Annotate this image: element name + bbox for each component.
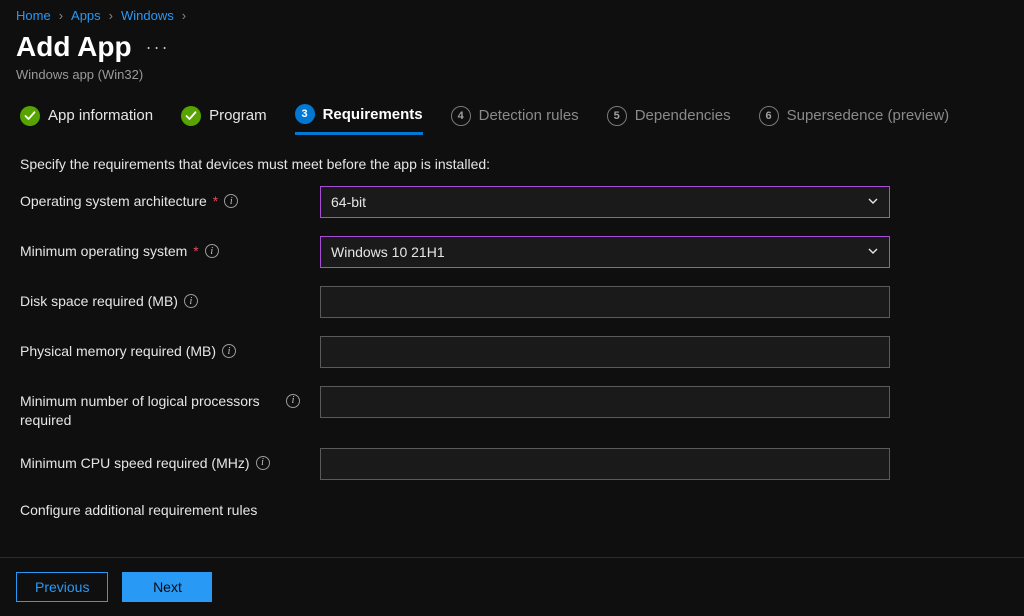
mem-label: Physical memory required (MB)	[20, 342, 216, 361]
tab-label: Detection rules	[479, 107, 579, 124]
minos-select[interactable]: Windows 10 21H1	[320, 236, 890, 268]
arch-select[interactable]: 64-bit	[320, 186, 890, 218]
cpu-count-input[interactable]	[320, 386, 890, 418]
step-number-icon: 5	[607, 106, 627, 126]
cpu-speed-label: Minimum CPU speed required (MHz)	[20, 454, 250, 473]
check-icon	[181, 106, 201, 126]
step-number-icon: 6	[759, 106, 779, 126]
required-mark: *	[213, 192, 218, 211]
page-subtitle: Windows app (Win32)	[0, 67, 1024, 90]
step-number-icon: 4	[451, 106, 471, 126]
chevron-right-icon: ›	[59, 8, 63, 23]
tab-label: Supersedence (preview)	[787, 107, 950, 124]
arch-label: Operating system architecture	[20, 192, 207, 211]
tab-requirements[interactable]: 3 Requirements	[295, 104, 423, 135]
breadcrumb-apps[interactable]: Apps	[71, 8, 101, 23]
arch-value: 64-bit	[331, 194, 366, 210]
cpu-speed-input[interactable]	[320, 448, 890, 480]
mem-input[interactable]	[320, 336, 890, 368]
additional-rules-label: Configure additional requirement rules	[0, 498, 1024, 522]
chevron-right-icon: ›	[182, 8, 186, 23]
chevron-down-icon	[867, 194, 879, 210]
wizard-footer: Previous Next	[0, 557, 1024, 616]
breadcrumb-home[interactable]: Home	[16, 8, 51, 23]
step-number-icon: 3	[295, 104, 315, 124]
tab-label: Dependencies	[635, 107, 731, 124]
breadcrumb: Home › Apps › Windows ›	[0, 0, 1024, 27]
tab-supersedence[interactable]: 6 Supersedence (preview)	[759, 106, 950, 134]
previous-button[interactable]: Previous	[16, 572, 108, 602]
breadcrumb-windows[interactable]: Windows	[121, 8, 174, 23]
minos-label: Minimum operating system	[20, 242, 187, 261]
info-icon[interactable]: i	[224, 194, 238, 208]
requirements-form: Operating system architecture * i 64-bit…	[0, 186, 1024, 480]
info-icon[interactable]: i	[205, 244, 219, 258]
more-icon[interactable]: ···	[146, 44, 170, 50]
chevron-down-icon	[867, 244, 879, 260]
next-button[interactable]: Next	[122, 572, 212, 602]
check-icon	[20, 106, 40, 126]
info-icon[interactable]: i	[256, 456, 270, 470]
minos-value: Windows 10 21H1	[331, 244, 445, 260]
tab-label: Program	[209, 107, 267, 124]
tab-label: App information	[48, 107, 153, 124]
wizard-tabs: App information Program 3 Requirements 4…	[0, 90, 1024, 146]
disk-input[interactable]	[320, 286, 890, 318]
disk-label: Disk space required (MB)	[20, 292, 178, 311]
info-icon[interactable]: i	[286, 394, 300, 408]
info-icon[interactable]: i	[222, 344, 236, 358]
tab-label: Requirements	[323, 106, 423, 123]
section-intro: Specify the requirements that devices mu…	[0, 146, 1024, 186]
info-icon[interactable]: i	[184, 294, 198, 308]
tab-program[interactable]: Program	[181, 106, 267, 134]
tab-dependencies[interactable]: 5 Dependencies	[607, 106, 731, 134]
tab-app-information[interactable]: App information	[20, 106, 153, 134]
page-title: Add App	[16, 31, 132, 63]
required-mark: *	[193, 242, 198, 261]
cpu-count-label: Minimum number of logical processors req…	[20, 392, 280, 430]
chevron-right-icon: ›	[109, 8, 113, 23]
tab-detection-rules[interactable]: 4 Detection rules	[451, 106, 579, 134]
